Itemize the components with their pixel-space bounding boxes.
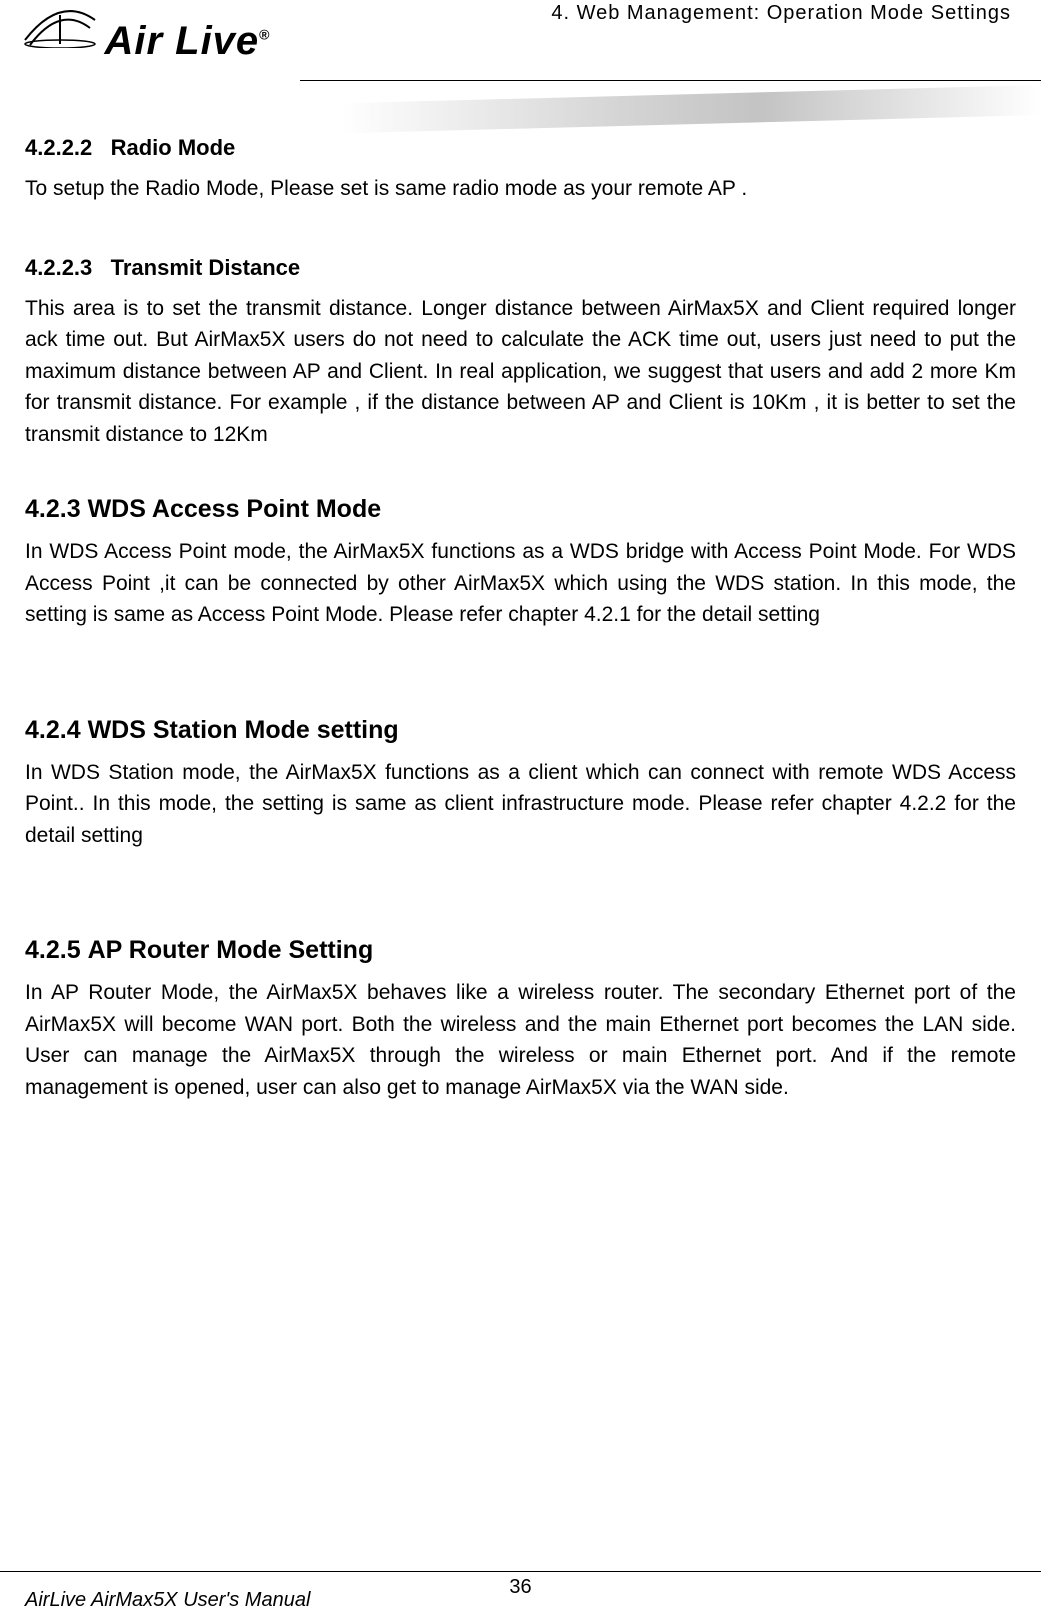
section-heading: 4.2.4 WDS Station Mode setting <box>25 716 1016 745</box>
section-heading: 4.2.2.3 Transmit Distance <box>25 255 1016 281</box>
section-transmit-distance: 4.2.2.3 Transmit Distance This area is t… <box>25 255 1016 451</box>
chapter-title: 4. Web Management: Operation Mode Settin… <box>551 2 1011 25</box>
section-heading: 4.2.2.2 Radio Mode <box>25 135 1016 161</box>
registered-icon: ® <box>259 27 270 43</box>
page-header: Air Live® 4. Web Management: Operation M… <box>0 0 1041 105</box>
section-body: In WDS Station mode, the AirMax5X functi… <box>25 757 1016 852</box>
section-number: 4.2.2.2 <box>25 135 92 160</box>
section-heading: 4.2.5 AP Router Mode Setting <box>25 936 1016 965</box>
footer-divider <box>0 1571 1041 1572</box>
page-footer: 36 AirLive AirMax5X User's Manual <box>0 1571 1041 1599</box>
section-number: 4.2.5 <box>25 936 81 964</box>
section-number: 4.2.2.3 <box>25 255 92 280</box>
section-body: In AP Router Mode, the AirMax5X behaves … <box>25 977 1016 1103</box>
section-radio-mode: 4.2.2.2 Radio Mode To setup the Radio Mo… <box>25 135 1016 205</box>
section-body: This area is to set the transmit distanc… <box>25 293 1016 451</box>
page-content: 4.2.2.2 Radio Mode To setup the Radio Mo… <box>0 105 1041 1103</box>
section-body: To setup the Radio Mode, Please set is s… <box>25 173 1016 205</box>
section-wds-access-point: 4.2.3 WDS Access Point Mode In WDS Acces… <box>25 495 1016 631</box>
manual-title: AirLive AirMax5X User's Manual <box>25 1589 310 1612</box>
brand-name: Air Live® <box>104 19 270 63</box>
section-title: Transmit Distance <box>111 255 301 280</box>
section-title: AP Router Mode Setting <box>88 936 374 964</box>
section-title: WDS Station Mode setting <box>88 716 399 744</box>
section-title: Radio Mode <box>111 135 236 160</box>
section-number: 4.2.3 <box>25 495 81 523</box>
section-body: In WDS Access Point mode, the AirMax5X f… <box>25 536 1016 631</box>
section-number: 4.2.4 <box>25 716 81 744</box>
section-wds-station: 4.2.4 WDS Station Mode setting In WDS St… <box>25 716 1016 852</box>
section-ap-router: 4.2.5 AP Router Mode Setting In AP Route… <box>25 936 1016 1103</box>
header-divider <box>300 80 1041 81</box>
section-heading: 4.2.3 WDS Access Point Mode <box>25 495 1016 524</box>
section-title: WDS Access Point Mode <box>88 495 382 523</box>
brand-logo: Air Live® <box>20 0 271 58</box>
wireless-swoosh-icon <box>20 0 100 48</box>
